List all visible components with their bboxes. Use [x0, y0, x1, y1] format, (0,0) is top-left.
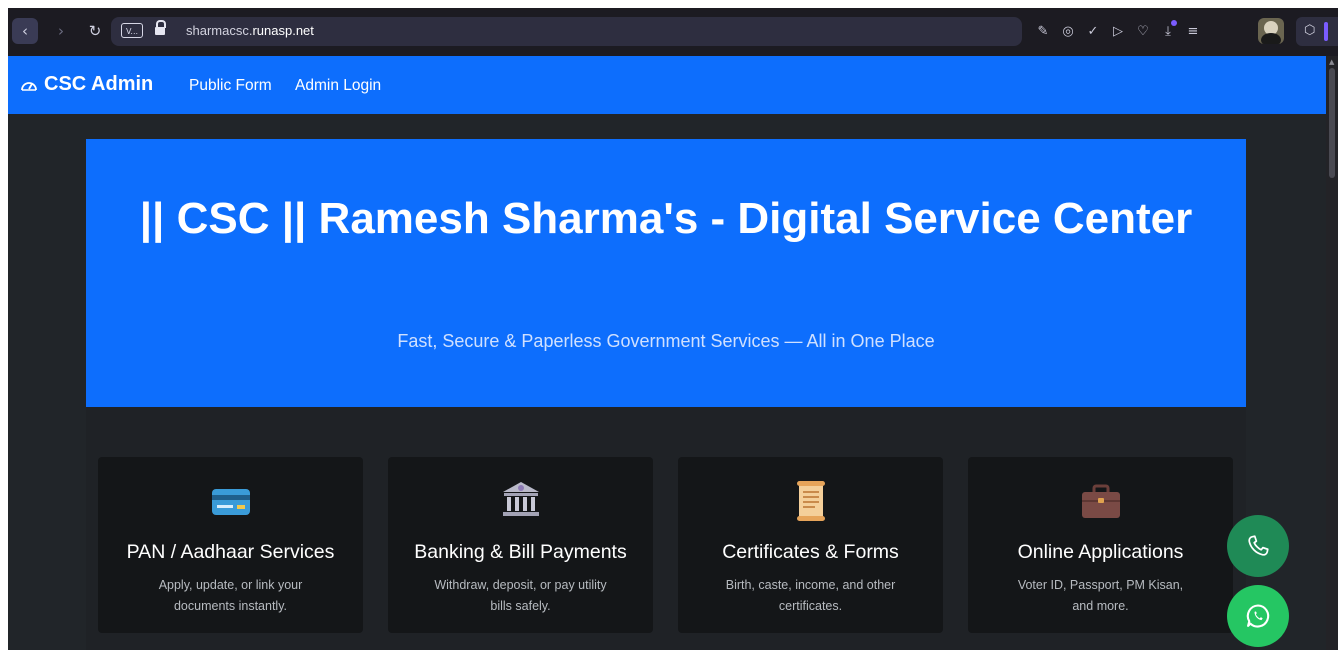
nav-public-form[interactable]: Public Form [189, 77, 272, 95]
lock-icon[interactable] [155, 20, 166, 36]
card-title: PAN / Aadhaar Services [126, 541, 335, 563]
card-description: Birth, caste, income, and other certific… [725, 578, 896, 613]
browser-window: ‹ › ↻ V... sharmacsc.runasp.net ✎ ◎ ✓ ▷ … [8, 8, 1338, 650]
card-title: Certificates & Forms [722, 541, 899, 563]
address-bar[interactable]: V... sharmacsc.runasp.net [111, 17, 1022, 46]
whatsapp-button[interactable] [1227, 585, 1289, 647]
main-container: || CSC || Ramesh Sharma's - Digital Serv… [86, 139, 1246, 650]
card-description: Voter ID, Passport, PM Kisan, and more. [1017, 578, 1184, 613]
browser-toolbar: ‹ › ↻ V... sharmacsc.runasp.net ✎ ◎ ✓ ▷ … [8, 8, 1338, 56]
heart-icon[interactable]: ♡ [1132, 17, 1154, 46]
hero-subtitle: Fast, Secure & Paperless Government Serv… [397, 331, 935, 351]
sidebar-accent-bar [1324, 22, 1328, 41]
card-title: Online Applications [1017, 541, 1184, 563]
brand-label: CSC Admin [44, 73, 154, 95]
page-viewport: CSC Admin Public Form Admin Login || CSC… [8, 56, 1326, 650]
service-card-certificates[interactable]: Certificates & Forms Birth, caste, incom… [678, 457, 943, 633]
briefcase-icon [1081, 484, 1120, 518]
scroll-up-icon[interactable]: ▲ [1329, 58, 1334, 66]
card-description: Withdraw, deposit, or pay utility bills … [434, 578, 607, 613]
toolbar-actions: ✎ ◎ ✓ ▷ ♡ ⤓ ≡ [1032, 17, 1207, 46]
extensions-button[interactable]: ⬡ [1296, 17, 1338, 46]
camera-icon[interactable]: ◎ [1057, 17, 1079, 46]
chevron-left-icon: ‹ [22, 22, 28, 40]
bank-icon [502, 482, 539, 516]
back-button[interactable]: ‹ [12, 18, 38, 44]
call-button[interactable] [1227, 515, 1289, 577]
forward-button[interactable]: › [48, 18, 74, 44]
service-card-banking[interactable]: Banking & Bill Payments Withdraw, deposi… [388, 457, 653, 633]
gauge-icon [21, 81, 37, 91]
url-text[interactable]: sharmacsc.runasp.net [186, 23, 314, 38]
reload-button[interactable]: ↻ [82, 18, 108, 44]
whatsapp-icon [1246, 604, 1270, 628]
site-navbar: CSC Admin Public Form Admin Login [8, 56, 1326, 114]
nav-admin-login[interactable]: Admin Login [295, 77, 381, 95]
scroll-icon [796, 481, 825, 521]
credit-card-icon [211, 489, 250, 515]
phone-icon [1248, 535, 1269, 556]
chevron-right-icon: › [58, 22, 64, 40]
page-scrollbar[interactable]: ▲ [1326, 56, 1338, 650]
scrollbar-thumb[interactable] [1329, 68, 1335, 178]
service-card-online-applications[interactable]: Online Applications Voter ID, Passport, … [968, 457, 1233, 633]
menu-icon[interactable]: ≡ [1182, 17, 1204, 46]
edit-icon[interactable]: ✎ [1032, 17, 1054, 46]
reload-icon: ↻ [88, 22, 102, 40]
brand-link[interactable]: CSC Admin [20, 73, 153, 96]
hero-banner: || CSC || Ramesh Sharma's - Digital Serv… [86, 139, 1246, 407]
cube-icon: ⬡ [1304, 23, 1316, 38]
page-title: || CSC || Ramesh Sharma's - Digital Serv… [139, 194, 1193, 243]
profile-avatar[interactable] [1258, 18, 1284, 44]
service-card-pan-aadhaar[interactable]: PAN / Aadhaar Services Apply, update, or… [98, 457, 363, 633]
download-icon[interactable]: ⤓ [1157, 17, 1179, 46]
card-description: Apply, update, or link your documents in… [158, 578, 303, 613]
card-title: Banking & Bill Payments [414, 541, 627, 563]
shield-icon[interactable]: ✓ [1082, 17, 1104, 46]
tab-manager-icon[interactable]: V... [121, 23, 143, 38]
play-icon[interactable]: ▷ [1107, 17, 1129, 46]
